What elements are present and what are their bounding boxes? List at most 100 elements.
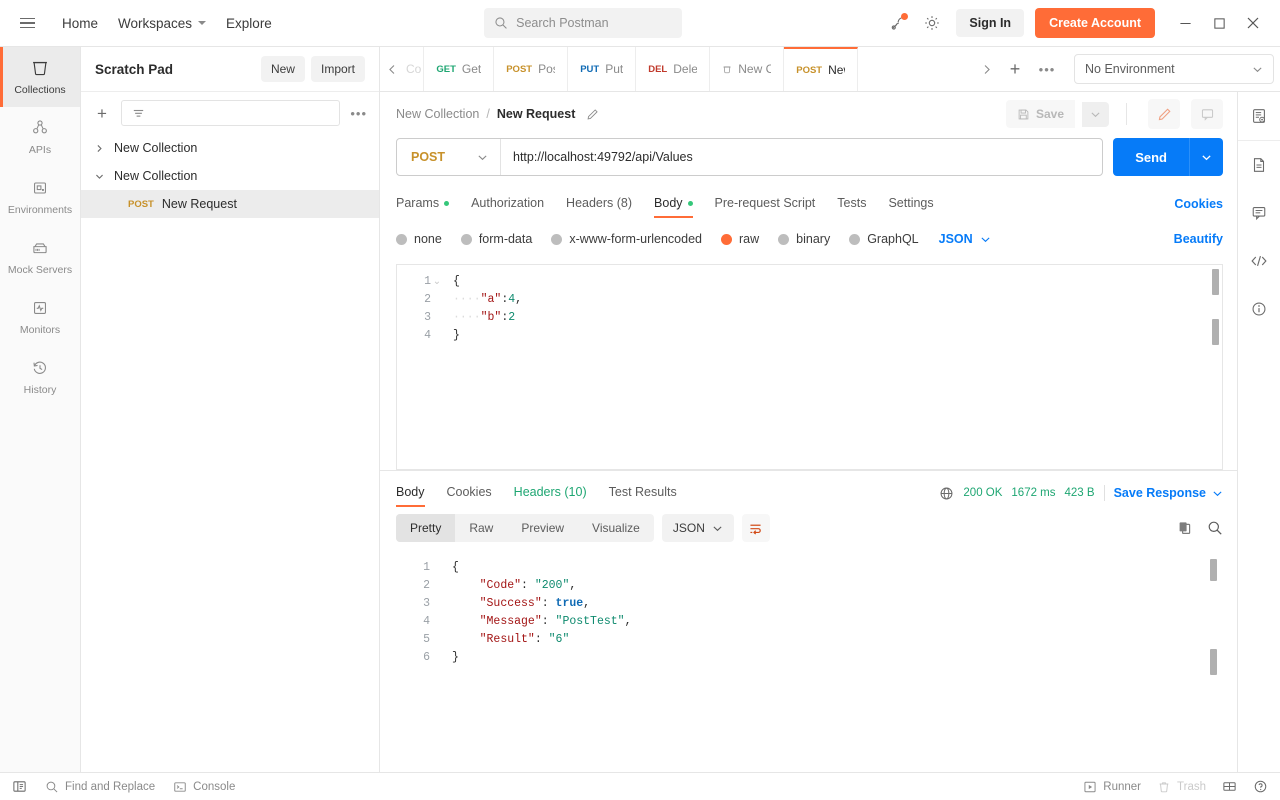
tab-pre-request-script[interactable]: Pre-request Script (715, 190, 816, 218)
more-horizontal-icon[interactable]: ••• (350, 106, 367, 121)
hamburger-icon[interactable] (14, 10, 40, 36)
body-type-urlencoded[interactable]: x-www-form-urlencoded (551, 232, 702, 246)
tree-request-new-request[interactable]: POST New Request (81, 190, 379, 218)
sidebar-item-collections[interactable]: Collections (0, 47, 80, 107)
edit-request-button[interactable] (1148, 99, 1180, 129)
scrollbar-thumb[interactable] (1212, 319, 1219, 345)
code-icon[interactable] (1238, 237, 1280, 285)
tab-partial[interactable]: Co (404, 47, 425, 91)
view-mode-raw[interactable]: Raw (455, 514, 507, 542)
create-account-button[interactable]: Create Account (1035, 8, 1155, 38)
tab-headers[interactable]: Headers (8) (566, 190, 632, 218)
tab-get[interactable]: GET Get (424, 47, 495, 91)
method-selector[interactable]: POST (397, 139, 501, 175)
minimize-icon[interactable] (1168, 6, 1202, 40)
view-mode-preview[interactable]: Preview (507, 514, 578, 542)
tab-more-icon[interactable]: ••• (1032, 62, 1062, 77)
two-pane-icon[interactable] (1222, 779, 1237, 794)
trash-button[interactable]: Trash (1157, 780, 1206, 794)
request-body-editor[interactable]: 1234 ⌄ { ····"a":4, ····"b":2 } (396, 264, 1223, 470)
save-button[interactable]: Save (1005, 100, 1075, 128)
sidebar-item-apis[interactable]: APIs (0, 107, 80, 167)
sign-in-button[interactable]: Sign In (956, 9, 1025, 37)
cookies-link[interactable]: Cookies (1174, 197, 1223, 211)
tab-new-request[interactable]: POST New R (784, 47, 859, 91)
runner-button[interactable]: Runner (1083, 780, 1141, 794)
documentation-icon[interactable] (1238, 141, 1280, 189)
sidebar-item-environments[interactable]: Environments (0, 167, 80, 227)
nav-workspaces[interactable]: Workspaces (108, 10, 216, 37)
plus-icon[interactable]: + (93, 104, 111, 122)
console-button[interactable]: Console (173, 780, 235, 794)
tab-delete[interactable]: DEL Delete (636, 47, 711, 91)
copy-icon[interactable] (1177, 520, 1193, 536)
tree-node-collection-1[interactable]: New Collection (81, 134, 379, 162)
response-format-selector[interactable]: JSON (661, 514, 734, 542)
tree-node-collection-2[interactable]: New Collection (81, 162, 379, 190)
chevron-right-icon[interactable] (974, 64, 998, 75)
response-editor-scrollbar[interactable] (1210, 555, 1217, 768)
tab-put[interactable]: PUT Put (568, 47, 637, 91)
beautify-button[interactable]: Beautify (1174, 232, 1223, 246)
tab-post[interactable]: POST Post (494, 47, 569, 91)
response-body-code[interactable]: { "Code": "200", "Success": true, "Messa… (442, 551, 1223, 772)
word-wrap-toggle[interactable] (741, 514, 770, 542)
scrollbar-thumb[interactable] (1210, 559, 1217, 581)
help-icon[interactable] (1253, 779, 1268, 794)
scrollbar-thumb[interactable] (1212, 269, 1219, 295)
view-mode-visualize[interactable]: Visualize (578, 514, 654, 542)
save-response-button[interactable]: Save Response (1114, 486, 1223, 500)
new-button[interactable]: New (260, 56, 305, 82)
tab-body[interactable]: Body (654, 190, 693, 218)
save-options-caret[interactable] (1082, 101, 1109, 127)
view-mode-pretty[interactable]: Pretty (396, 514, 456, 542)
nav-home[interactable]: Home (52, 10, 108, 37)
send-options-caret[interactable] (1189, 138, 1223, 176)
tab-params[interactable]: Params (396, 190, 450, 218)
search-input[interactable]: Search Postman (484, 8, 683, 38)
response-fold-column[interactable] (430, 551, 442, 772)
scrollbar-thumb[interactable] (1210, 649, 1217, 675)
gear-icon[interactable] (917, 8, 947, 38)
new-tab-plus-icon[interactable]: + (1000, 59, 1030, 80)
tab-settings[interactable]: Settings (888, 190, 933, 218)
find-and-replace-button[interactable]: Find and Replace (45, 780, 155, 794)
comment-button[interactable] (1191, 99, 1223, 129)
filter-input[interactable] (121, 100, 341, 126)
request-fold-column[interactable]: ⌄ (431, 265, 443, 469)
body-type-binary[interactable]: binary (778, 232, 830, 246)
tab-tests[interactable]: Tests (837, 190, 866, 218)
pencil-icon[interactable] (586, 108, 599, 121)
response-tab-cookies[interactable]: Cookies (447, 479, 492, 507)
body-type-graphql[interactable]: GraphQL (849, 232, 919, 246)
response-body-editor[interactable]: 123456 { "Code": "200", "Success": true,… (396, 551, 1223, 772)
url-input[interactable]: http://localhost:49792/api/Values (501, 150, 1102, 164)
sidebar-toggle-icon[interactable] (12, 779, 27, 794)
response-tab-headers[interactable]: Headers (10) (514, 479, 587, 507)
body-type-none[interactable]: none (396, 232, 442, 246)
satellite-icon[interactable] (884, 8, 914, 38)
environment-selector[interactable]: No Environment (1074, 54, 1274, 84)
maximize-icon[interactable] (1202, 6, 1236, 40)
chevron-left-icon[interactable] (380, 47, 404, 91)
body-type-raw[interactable]: raw (721, 232, 759, 246)
sidebar-item-history[interactable]: History (0, 347, 80, 407)
response-tab-body[interactable]: Body (396, 479, 425, 507)
tab-new-collection[interactable]: New Co (710, 47, 785, 91)
request-editor-scrollbar[interactable] (1212, 269, 1219, 465)
environment-quick-look-icon[interactable] (1238, 92, 1280, 140)
sidebar-item-monitors[interactable]: Monitors (0, 287, 80, 347)
nav-explore[interactable]: Explore (216, 10, 282, 37)
response-tab-test-results[interactable]: Test Results (609, 479, 677, 507)
send-button[interactable]: Send (1113, 138, 1189, 176)
info-icon[interactable] (1238, 285, 1280, 333)
comments-icon[interactable] (1238, 189, 1280, 237)
request-body-code[interactable]: { ····"a":4, ····"b":2 } (443, 265, 1222, 469)
close-icon[interactable] (1236, 6, 1270, 40)
sidebar-item-mock-servers[interactable]: Mock Servers (0, 227, 80, 287)
import-button[interactable]: Import (310, 56, 365, 82)
breadcrumb-collection[interactable]: New Collection (396, 107, 479, 121)
body-type-form-data[interactable]: form-data (460, 232, 532, 246)
search-icon[interactable] (1207, 520, 1223, 536)
raw-format-selector[interactable]: JSON (939, 232, 991, 246)
